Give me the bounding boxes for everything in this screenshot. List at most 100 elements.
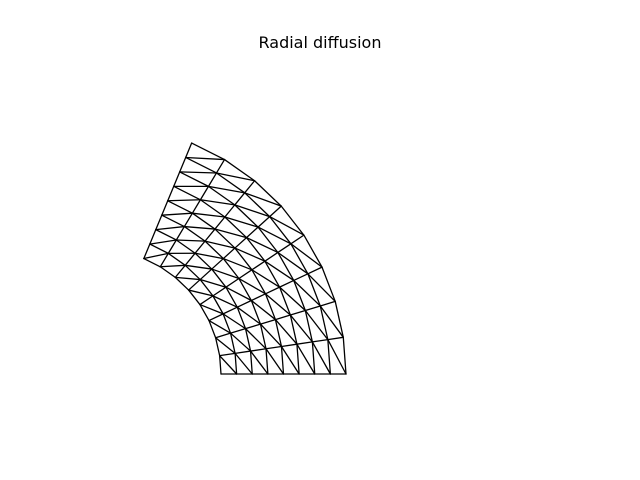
mesh-arc-edge [161, 214, 186, 228]
mesh-diagonal-edge [167, 199, 202, 202]
mesh-radial-edge [173, 171, 181, 187]
mesh-radial-edge [185, 142, 193, 159]
mesh-diagonal-edge [234, 352, 253, 375]
mesh-diagonal-edge [218, 355, 238, 375]
mesh-radial-edge [191, 199, 202, 214]
mesh-diagonal-edge [208, 319, 232, 334]
mesh-diagonal-edge [155, 225, 186, 231]
mesh-radial-edge [207, 172, 218, 188]
mesh-radial-edge [278, 279, 295, 288]
mesh-radial-edge [244, 323, 262, 330]
mesh-diagonal-edge [245, 236, 279, 254]
mesh-arc-edge [179, 171, 210, 188]
mesh-radial-edge [238, 269, 253, 280]
mesh-radial-edge [244, 180, 256, 194]
mesh-arc-edge [175, 239, 196, 254]
mesh-radial-edge [229, 327, 247, 334]
mesh-radial-edge [296, 341, 314, 345]
mesh-diagonal-edge [143, 252, 169, 260]
mesh-radial-edge [167, 239, 177, 255]
mesh-radial-edge [149, 228, 157, 245]
mesh-diagonal-edge [149, 239, 177, 245]
mesh-arc-edge [257, 226, 279, 254]
mesh-radial-edge [319, 300, 336, 307]
mesh-diagonal-edge [293, 279, 321, 307]
mesh-radial-edge [307, 266, 323, 275]
mesh-radial-edge [250, 293, 267, 302]
mesh-arc-edge [265, 348, 269, 375]
mesh-radial-edge [184, 252, 196, 266]
mesh-radial-edge [265, 345, 283, 350]
mesh-radial-edge [234, 192, 246, 206]
mesh-radial-edge [199, 295, 214, 306]
mesh-radial-edge [293, 273, 309, 282]
mesh-radial-edge [245, 226, 259, 239]
mesh-radial-edge [280, 343, 298, 348]
mesh-diagonal-edge [179, 171, 218, 174]
mesh-radial-edge [259, 318, 277, 325]
mesh-radial-edge [167, 185, 175, 202]
mesh-arc-edge [269, 215, 292, 245]
mesh-arc-edge [167, 200, 194, 214]
mesh-arc-edge [143, 257, 161, 268]
mesh-diagonal-edge [265, 348, 285, 375]
mesh-radial-edge [327, 336, 344, 341]
mesh-diagonal-edge [277, 251, 309, 275]
mesh-radial-edge [199, 185, 210, 201]
mesh-arc-edge [173, 185, 202, 201]
mesh-radial-edge [187, 278, 201, 291]
mesh-diagonal-edge [244, 327, 267, 350]
mesh-radial-edge [215, 158, 226, 174]
mesh-radial-edge [155, 214, 163, 231]
mesh-radial-edge [174, 264, 186, 279]
mesh-radial-edge [251, 260, 266, 271]
mesh-radial-edge [179, 156, 187, 173]
mesh-radial-edge [214, 332, 232, 339]
mesh-diagonal-edge [183, 225, 216, 230]
mesh-diagonal-edge [159, 264, 186, 268]
mesh-radial-edge [269, 205, 282, 218]
mesh-radial-edge [257, 215, 271, 228]
mesh-arc-edge [234, 352, 238, 375]
mesh-diagonal-edge [175, 239, 206, 242]
mesh-arc-edge [280, 205, 305, 236]
mesh-radial-edge [277, 243, 292, 254]
mesh-arc-edge [185, 156, 218, 174]
mesh-radial-edge [264, 286, 281, 295]
mesh-diagonal-edge [251, 269, 281, 288]
mesh-radial-edge [234, 236, 248, 249]
mesh-radial-edge [161, 200, 169, 216]
mesh-arc-edge [218, 355, 222, 375]
mesh-arc-edge [303, 234, 323, 268]
mesh-arc-edge [290, 243, 309, 275]
mesh-arc-edge [159, 266, 176, 279]
mesh-radial-edge [175, 225, 186, 241]
mesh-diagonal-edge [280, 345, 300, 375]
mesh-diagonal-edge [264, 260, 295, 282]
mesh-diagonal-edge [161, 212, 194, 216]
mesh-arc-edge [253, 180, 282, 207]
mesh-diagonal-edge [199, 303, 224, 315]
mesh-arc-edge [191, 142, 226, 161]
mesh-radial-edge [143, 243, 151, 260]
mesh-arc-edge [155, 228, 177, 241]
mesh-diagonal-edge [257, 226, 292, 245]
mesh-arc-edge [183, 225, 206, 242]
mesh-diagonal-edge [199, 278, 227, 288]
mesh-arc-edge [280, 345, 285, 375]
mesh-radial-edge [222, 306, 238, 315]
mesh-diagonal-edge [174, 276, 201, 281]
mesh-diagonal-edge [296, 343, 316, 375]
mesh-radial-edge [212, 286, 227, 297]
mesh-arc-edge [167, 252, 186, 266]
mesh-diagonal-edge [290, 243, 323, 268]
mesh-radial-edge [218, 352, 236, 357]
mesh-radial-edge [222, 247, 236, 260]
mesh-radial-edge [199, 268, 213, 281]
mesh-radial-edge [236, 299, 253, 308]
mesh-radial-edge [264, 251, 279, 262]
mesh-diagonal-edge [249, 350, 269, 375]
mesh-diagonal-edge [311, 341, 332, 375]
mesh-diagonal-edge [185, 156, 226, 161]
mesh-arc-edge [249, 350, 253, 375]
